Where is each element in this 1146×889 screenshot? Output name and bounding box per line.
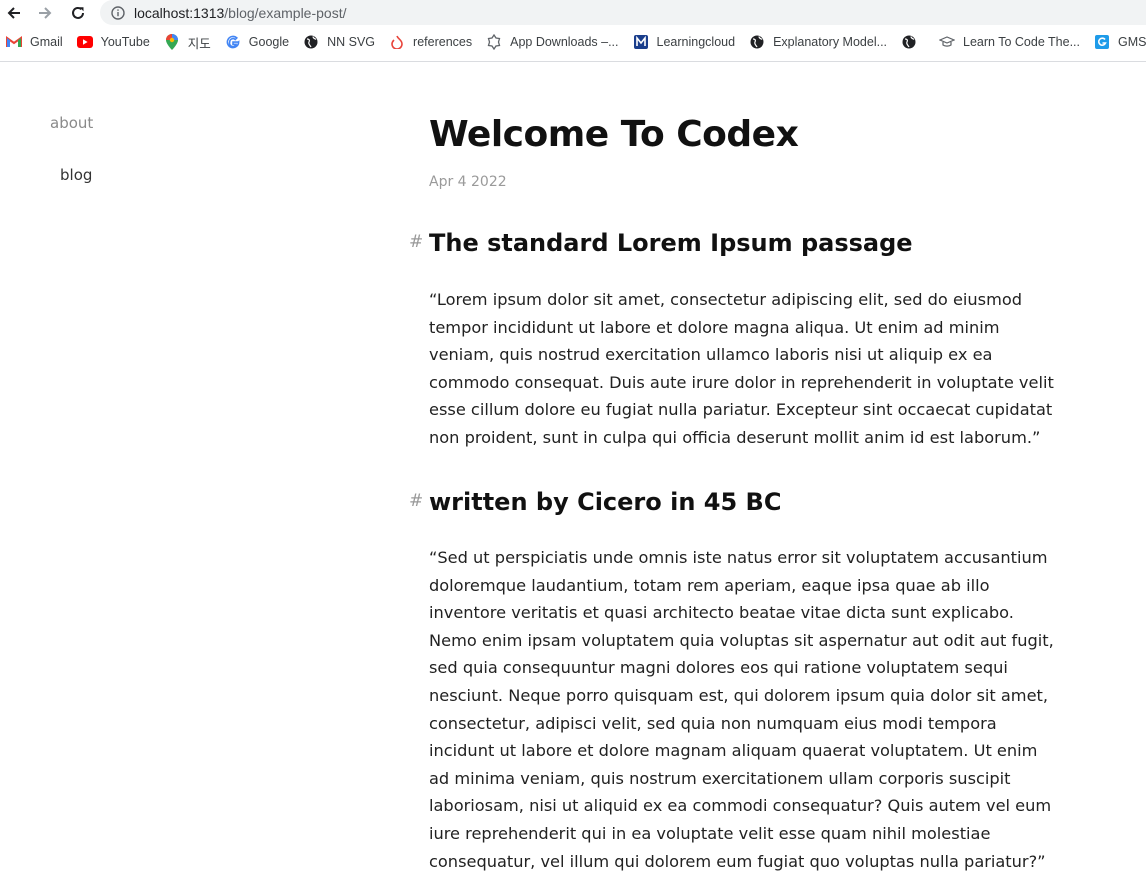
- bookmark-gms[interactable]: GMS_(: [1088, 29, 1146, 55]
- graduation-cap-icon: [939, 34, 956, 50]
- bookmark-app-downloads[interactable]: App Downloads –...: [480, 29, 626, 55]
- browser-toolbar: localhost:1313/blog/example-post/: [0, 0, 1146, 26]
- globe-icon: [749, 34, 765, 50]
- url-host: localhost:1313: [134, 4, 225, 21]
- nav-link-blog[interactable]: blog: [60, 166, 92, 184]
- bookmark-label: Learningcloud: [656, 35, 736, 49]
- bookmark-learningcloud[interactable]: Learningcloud: [627, 29, 744, 55]
- globe-icon: [901, 34, 917, 50]
- section-heading-text: The standard Lorem Ipsum passage: [429, 229, 913, 257]
- section-paragraph: “Lorem ipsum dolor sit amet, consectetur…: [429, 290, 1054, 447]
- bookmark-unlabeled[interactable]: [895, 29, 933, 55]
- bookmark-label: YouTube: [100, 35, 150, 49]
- bookmark-label: 지도: [187, 36, 211, 51]
- bookmark-learn-to-code[interactable]: Learn To Code The...: [933, 29, 1088, 55]
- reload-icon: [72, 6, 84, 19]
- reload-button[interactable]: [65, 0, 91, 26]
- site-info-icon[interactable]: [110, 5, 126, 21]
- heading-anchor-link[interactable]: #: [409, 232, 423, 252]
- heading-anchor-link[interactable]: #: [409, 491, 423, 511]
- bookmark-references[interactable]: references: [383, 29, 480, 55]
- post-date: Apr 4 2022: [429, 174, 507, 190]
- bookmark-nn-svg[interactable]: NN SVG: [297, 29, 383, 55]
- bookmark-google[interactable]: Google: [219, 29, 297, 55]
- forward-arrow-icon: [39, 7, 52, 19]
- bookmark-label: NN SVG: [327, 35, 376, 49]
- references-icon: [389, 34, 405, 50]
- bookmark-explanatory-model[interactable]: Explanatory Model...: [743, 29, 895, 55]
- forward-button[interactable]: [32, 0, 58, 26]
- address-bar[interactable]: localhost:1313/blog/example-post/: [100, 0, 1146, 25]
- app-downloads-icon: [486, 34, 502, 50]
- nav-link-about[interactable]: about: [50, 114, 93, 132]
- bookmark-label: Learn To Code The...: [963, 35, 1080, 49]
- section-heading: # The standard Lorem Ipsum passage: [409, 229, 913, 257]
- gmail-icon: [6, 34, 22, 50]
- bookmark-label: GMS_(: [1118, 35, 1146, 49]
- bookmarks-bar: Gmail YouTube 지도 Google NN SVG reference…: [0, 29, 1146, 55]
- back-button[interactable]: [1, 0, 27, 26]
- globe-icon: [303, 34, 319, 50]
- bookmark-maps[interactable]: 지도: [158, 29, 219, 55]
- bookmark-label: references: [413, 35, 473, 49]
- section-paragraph: “Sed ut perspiciatis unde omnis iste nat…: [429, 548, 1054, 871]
- section-heading: # written by Cicero in 45 BC: [409, 488, 782, 516]
- youtube-icon: [76, 34, 93, 50]
- chrome-divider: [0, 61, 1146, 62]
- bookmark-label: App Downloads –...: [510, 35, 619, 49]
- url-text: localhost:1313/blog/example-post/: [134, 5, 346, 21]
- bookmark-gmail[interactable]: Gmail: [0, 29, 71, 55]
- bookmark-youtube[interactable]: YouTube: [71, 29, 158, 55]
- gms-icon: [1094, 34, 1110, 50]
- bookmark-label: Explanatory Model...: [773, 35, 888, 49]
- bookmark-label: Google: [248, 35, 290, 49]
- maps-icon: [164, 34, 180, 50]
- url-path: /blog/example-post/: [224, 4, 347, 21]
- back-arrow-icon: [7, 7, 20, 19]
- learningcloud-icon: [633, 34, 649, 50]
- bookmark-label: Gmail: [30, 35, 63, 49]
- google-icon: [225, 34, 241, 50]
- post-title: Welcome To Codex: [429, 114, 799, 155]
- section-heading-text: written by Cicero in 45 BC: [429, 488, 782, 516]
